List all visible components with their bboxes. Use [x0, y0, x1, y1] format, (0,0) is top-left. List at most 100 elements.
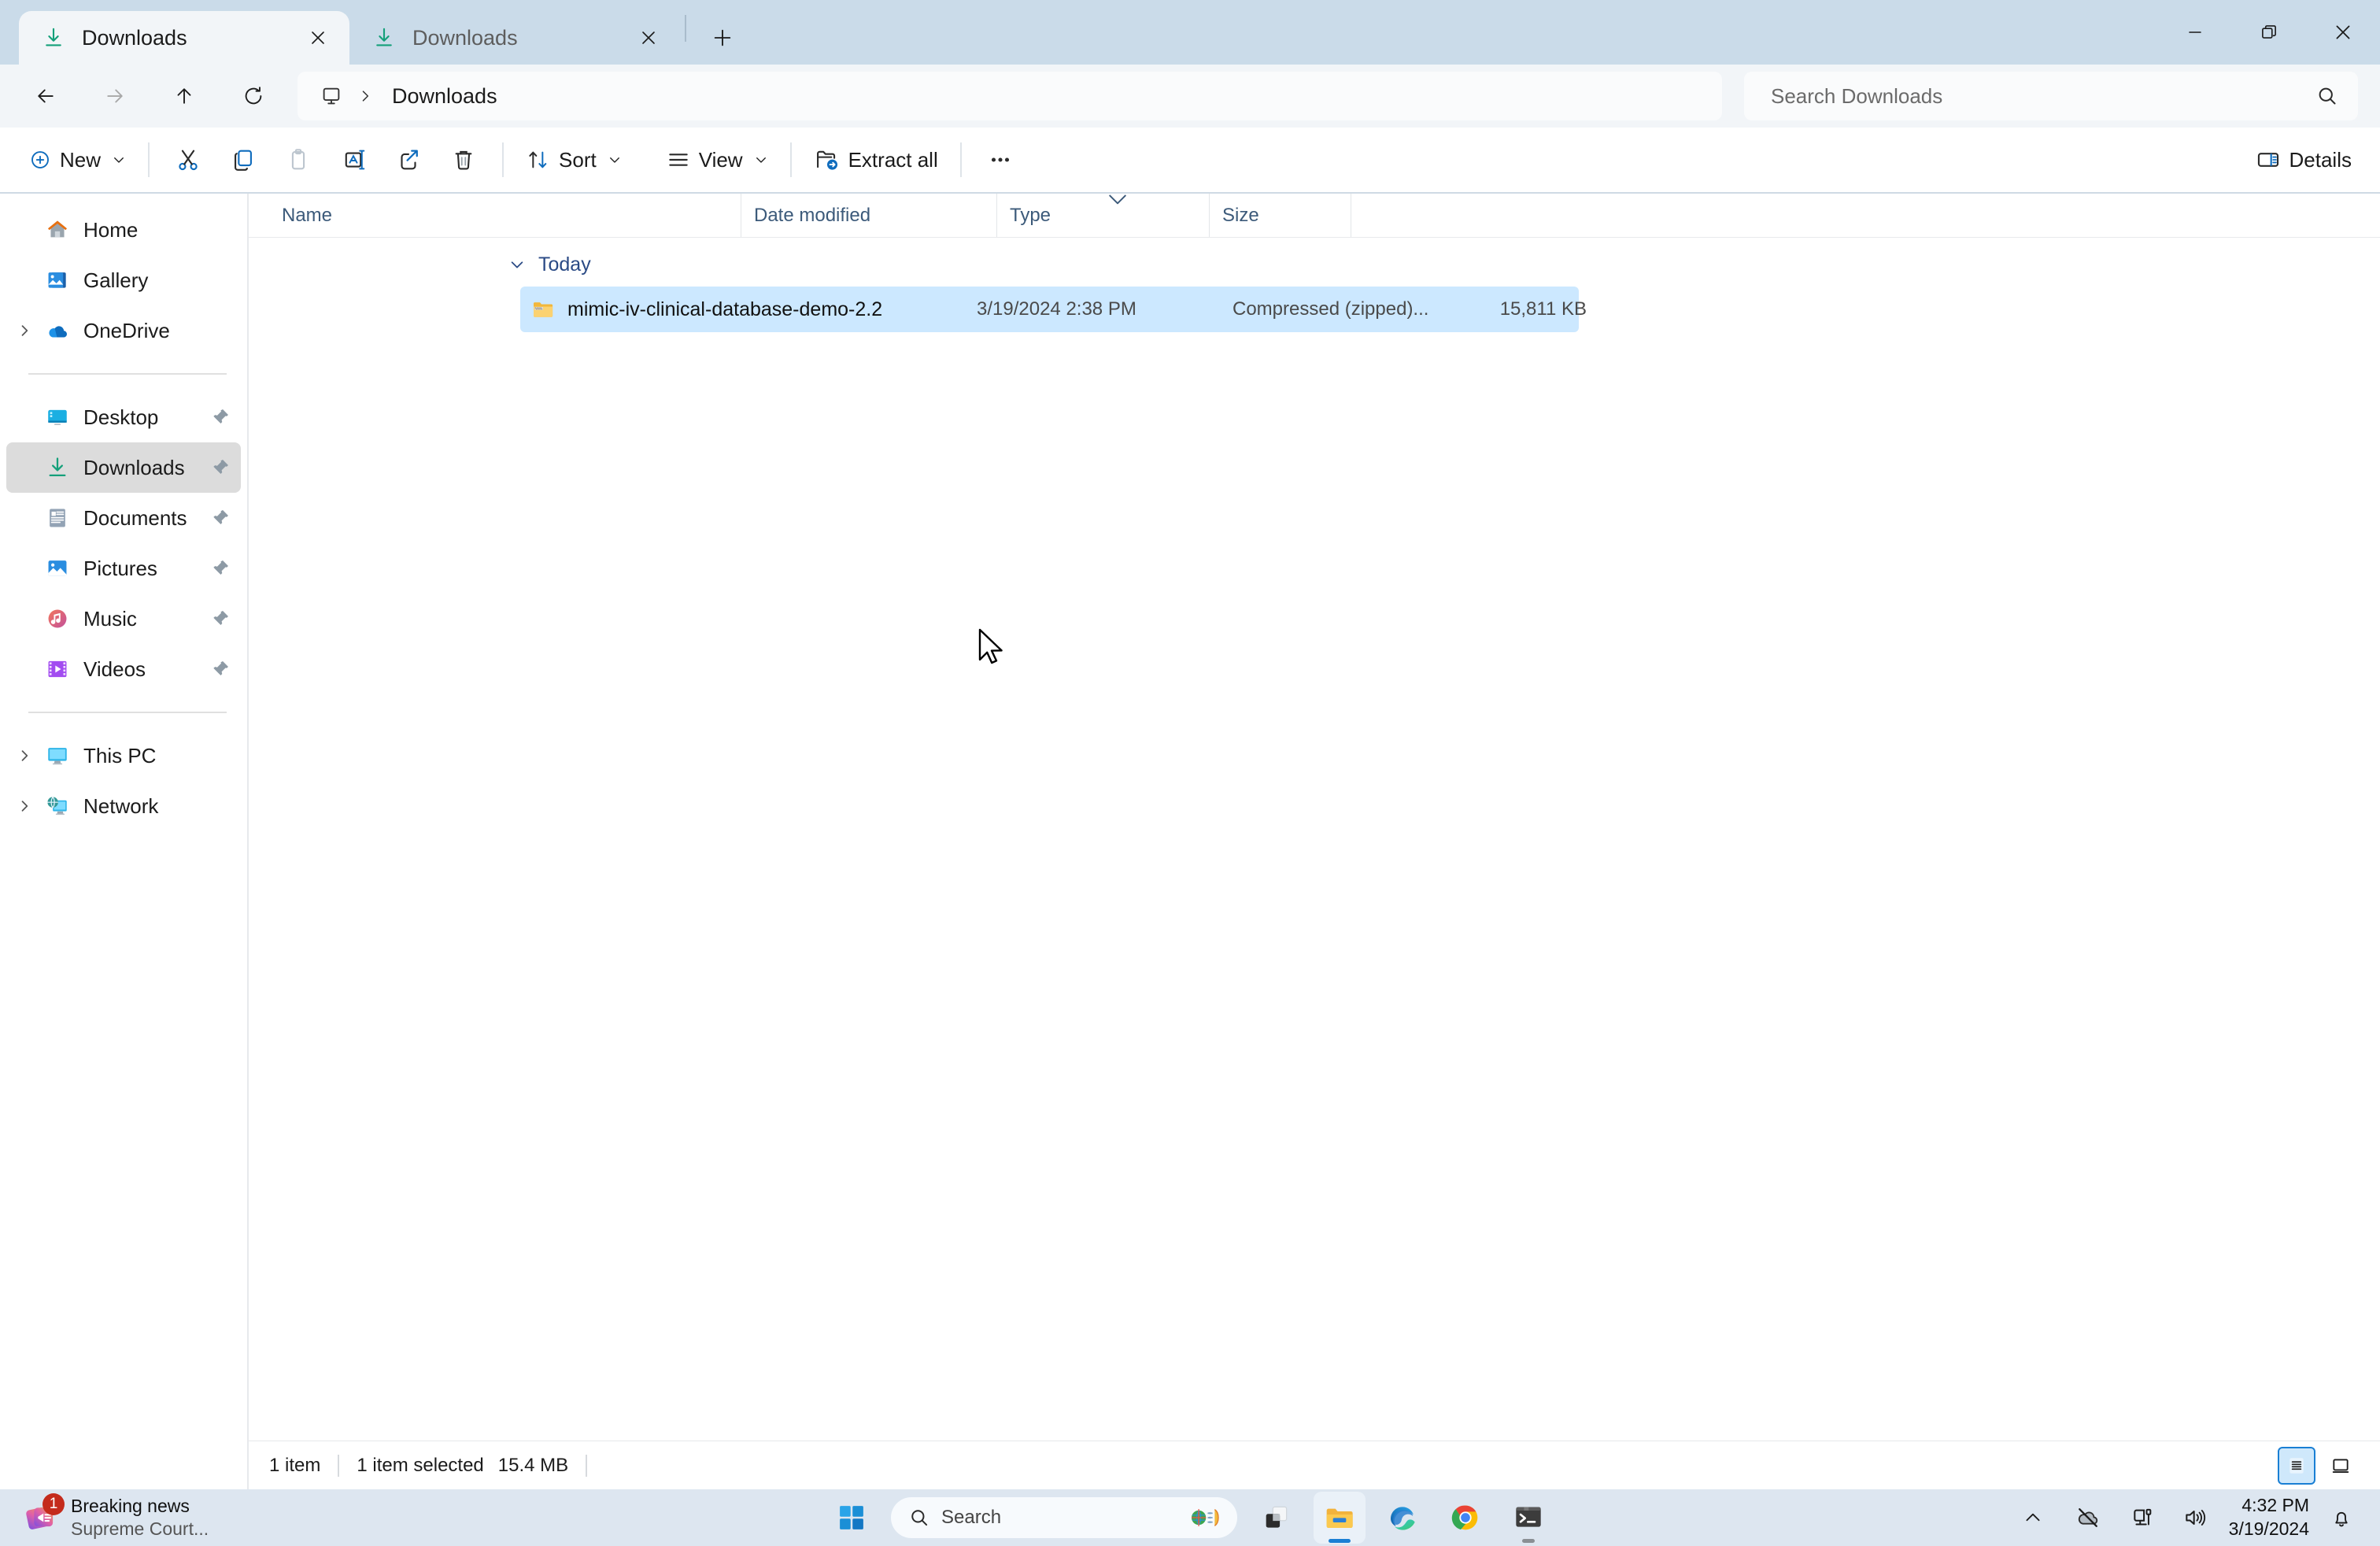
sidebar-item-documents[interactable]: Documents: [6, 493, 241, 543]
chevron-right-icon[interactable]: [6, 313, 42, 349]
zipped-folder-icon: [531, 298, 555, 321]
details-pane-icon: [2255, 146, 2282, 173]
copy-button[interactable]: [216, 135, 271, 184]
sidebar-item-label: Pictures: [83, 557, 206, 581]
pin-icon[interactable]: [206, 558, 235, 579]
details-pane-button[interactable]: Details: [2244, 135, 2363, 184]
details-view-button[interactable]: [2278, 1447, 2315, 1485]
widgets-news-icon: 1: [22, 1500, 58, 1536]
column-header-name[interactable]: Name: [269, 194, 741, 237]
delete-button[interactable]: [436, 135, 491, 184]
sidebar-item-videos[interactable]: Videos: [6, 644, 241, 694]
back-button[interactable]: [22, 72, 69, 120]
sort-button[interactable]: Sort: [515, 135, 633, 184]
expander-placeholder: [6, 262, 42, 298]
close-window-button[interactable]: [2306, 0, 2380, 65]
network-tray-icon[interactable]: [2122, 1496, 2164, 1539]
sidebar-item-label: Gallery: [83, 268, 206, 293]
file-name-cell: mimic-iv-clinical-database-demo-2.2: [520, 298, 977, 321]
refresh-button[interactable]: [230, 72, 277, 120]
taskbar-search[interactable]: Search: [891, 1497, 1237, 1538]
pin-icon[interactable]: [206, 457, 235, 478]
sidebar-item-music[interactable]: Music: [6, 594, 241, 644]
extract-all-icon: [814, 146, 841, 173]
sidebar-item-onedrive[interactable]: OneDrive: [6, 305, 241, 356]
sidebar-item-label: Network: [83, 794, 206, 819]
rename-button[interactable]: [326, 135, 381, 184]
see-more-button[interactable]: [973, 135, 1028, 184]
expander-placeholder: [6, 601, 42, 637]
status-bar: 1 item 1 item selected 15.4 MB: [249, 1441, 2380, 1489]
tab-strip: Downloads Downloads: [0, 0, 2380, 65]
downloads-icon: [42, 453, 72, 483]
search-icon[interactable]: [2315, 84, 2339, 108]
pin-icon[interactable]: [206, 407, 235, 427]
chevron-down-icon: [112, 153, 126, 167]
minimize-button[interactable]: [2158, 0, 2232, 65]
expander-placeholder: [6, 449, 42, 486]
cut-button[interactable]: [161, 135, 216, 184]
sidebar-item-pictures[interactable]: Pictures: [6, 543, 241, 594]
column-header-type[interactable]: Type: [997, 194, 1210, 237]
new-button[interactable]: New: [17, 135, 137, 184]
taskbar-center: Search: [820, 1489, 1560, 1546]
sidebar-item-gallery[interactable]: Gallery: [6, 255, 241, 305]
file-size: 15,811 KB: [1445, 298, 1587, 320]
volume-tray-icon[interactable]: [2174, 1496, 2216, 1539]
share-button[interactable]: [381, 135, 436, 184]
column-header-size[interactable]: Size: [1210, 194, 1351, 237]
task-view-icon[interactable]: [1251, 1492, 1303, 1544]
search-box[interactable]: [1744, 72, 2358, 120]
expander-placeholder: [6, 500, 42, 536]
this-pc-icon: [320, 84, 343, 108]
chevron-right-icon[interactable]: [6, 738, 42, 774]
close-icon[interactable]: [631, 20, 666, 55]
clipboard-icon: [285, 146, 312, 173]
clock-button[interactable]: 4:32 PM 3/19/2024: [2229, 1494, 2309, 1541]
taskbar-search-placeholder: Search: [941, 1507, 1179, 1529]
file-list-pane: Name Date modified Type Size: [249, 194, 2380, 1489]
large-icons-view-button[interactable]: [2322, 1447, 2360, 1485]
chevron-right-icon[interactable]: [6, 788, 42, 824]
close-icon[interactable]: [301, 20, 335, 55]
column-header-date-modified[interactable]: Date modified: [741, 194, 997, 237]
show-hidden-icons-button[interactable]: [2012, 1496, 2054, 1539]
status-divider: [586, 1455, 587, 1477]
sidebar-item-downloads[interactable]: Downloads: [6, 442, 241, 493]
pin-icon[interactable]: [206, 608, 235, 629]
file-explorer-icon[interactable]: [1314, 1492, 1366, 1544]
group-header-today[interactable]: Today: [249, 242, 2380, 287]
search-input[interactable]: [1771, 84, 2315, 109]
new-tab-button[interactable]: [700, 16, 745, 60]
extract-all-button[interactable]: Extract all: [803, 135, 949, 184]
breadcrumb[interactable]: Downloads: [298, 72, 1722, 120]
onedrive-tray-icon[interactable]: [2067, 1496, 2109, 1539]
start-button[interactable]: [826, 1492, 878, 1544]
up-button[interactable]: [161, 72, 208, 120]
selection-size: 15.4 MB: [498, 1455, 568, 1477]
maximize-restore-button[interactable]: [2232, 0, 2306, 65]
plus-circle-icon: [28, 148, 52, 172]
tab-downloads-1[interactable]: Downloads: [19, 11, 349, 65]
sidebar-item-desktop[interactable]: Desktop: [6, 392, 241, 442]
terminal-icon[interactable]: [1502, 1492, 1554, 1544]
sidebar-item-home[interactable]: Home: [6, 205, 241, 255]
clock-date: 3/19/2024: [2229, 1518, 2309, 1541]
sidebar-item-this-pc[interactable]: This PC: [6, 730, 241, 781]
pin-icon[interactable]: [206, 659, 235, 679]
file-list[interactable]: Today: [249, 238, 2380, 1441]
chevron-down-icon[interactable]: [508, 256, 526, 273]
new-label: New: [60, 148, 101, 172]
edge-icon[interactable]: [1377, 1492, 1428, 1544]
widgets-button[interactable]: 1 Breaking news Supreme Court...: [0, 1495, 409, 1540]
sidebar-item-network[interactable]: Network: [6, 781, 241, 831]
chrome-icon[interactable]: [1439, 1492, 1491, 1544]
command-bar: New: [0, 128, 2380, 194]
downloads-icon: [370, 24, 398, 52]
notifications-bell-icon[interactable]: [2320, 1496, 2363, 1539]
view-button[interactable]: View: [655, 135, 779, 184]
sidebar-item-label: Home: [83, 218, 206, 242]
pin-icon[interactable]: [206, 508, 235, 528]
tab-downloads-2[interactable]: Downloads: [349, 11, 680, 65]
table-row[interactable]: mimic-iv-clinical-database-demo-2.2 3/19…: [520, 287, 1579, 332]
